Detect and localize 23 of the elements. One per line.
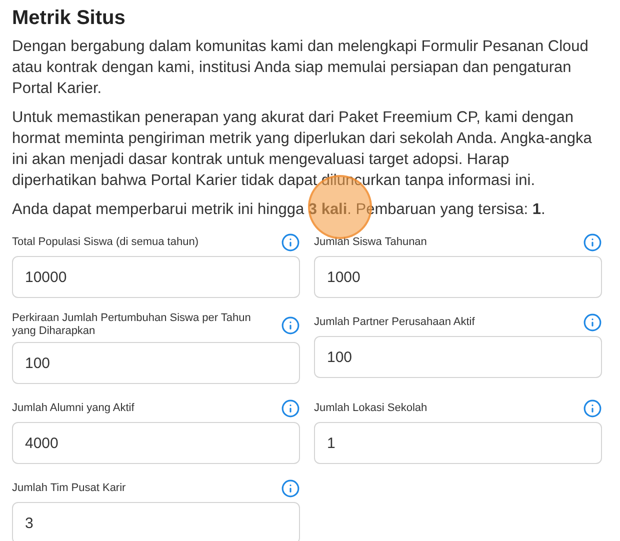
- info-icon[interactable]: [583, 312, 602, 332]
- input-field[interactable]: 100: [314, 336, 602, 378]
- field-label: Jumlah Partner Perusahaan Aktif: [314, 316, 475, 328]
- field-label: Jumlah Lokasi Sekolah: [314, 402, 428, 414]
- input-field[interactable]: 1: [314, 422, 602, 464]
- info-icon[interactable]: [281, 478, 300, 498]
- field-label: Jumlah Siswa Tahunan: [314, 236, 427, 248]
- paragraph: Dengan bergabung dalam komunitas kami dan melengkapi Formulir Pesanan Cloud atau kontrak dengan kami, institusi Anda siap memulai persiapan dan pengaturan Portal Karier.: [12, 37, 590, 99]
- input-field[interactable]: 1000: [314, 256, 602, 298]
- input-field[interactable]: 4000: [12, 422, 300, 464]
- input-field[interactable]: 3: [12, 502, 300, 541]
- info-icon[interactable]: [281, 316, 300, 334]
- field-label: Perkiraan Jumlah Pertumbuhan Siswa per Tahun yang Diharapkan: [12, 312, 252, 338]
- field-label: Jumlah Alumni yang Aktif: [12, 402, 134, 414]
- field-label: Total Populasi Siswa (di semua tahun): [12, 236, 198, 248]
- input-field[interactable]: 100: [12, 342, 300, 384]
- info-icon[interactable]: [281, 398, 300, 418]
- input-field[interactable]: 10000: [12, 256, 300, 298]
- page-title: Metrik Situs: [12, 6, 126, 31]
- info-icon[interactable]: [281, 232, 300, 252]
- info-icon[interactable]: [583, 232, 602, 252]
- field-label: Jumlah Tim Pusat Karir: [12, 482, 126, 494]
- info-icon[interactable]: [583, 398, 602, 418]
